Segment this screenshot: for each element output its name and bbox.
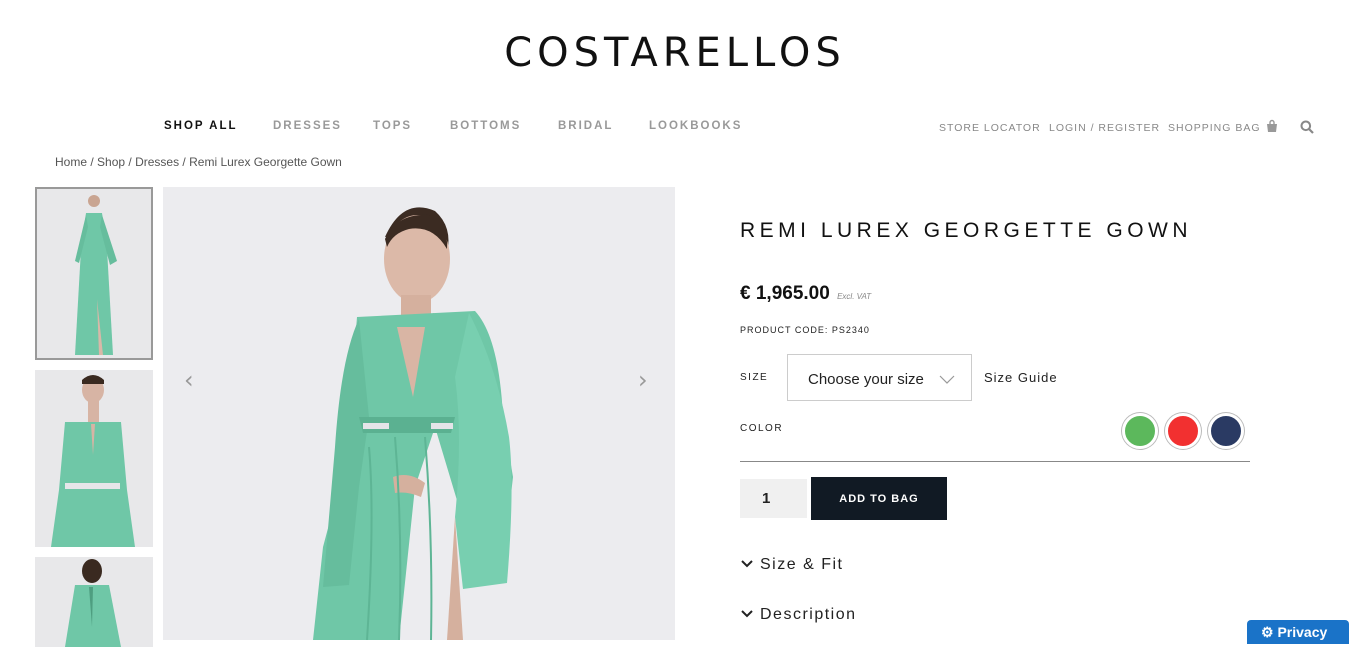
color-swatch-red[interactable]	[1165, 413, 1201, 449]
breadcrumb-dresses[interactable]: Dresses	[135, 155, 179, 169]
breadcrumb-home[interactable]: Home	[55, 155, 87, 169]
color-swatch-green[interactable]	[1122, 413, 1158, 449]
vat-note: Excl. VAT	[837, 292, 872, 301]
breadcrumb-current: Remi Lurex Georgette Gown	[189, 155, 342, 169]
shopping-bag-icon[interactable]	[1265, 119, 1279, 138]
thumbnail-1[interactable]	[35, 187, 153, 360]
product-code: PRODUCT CODE: PS2340	[740, 325, 870, 335]
gear-icon: ⚙	[1261, 624, 1274, 640]
accordion-description-label: Description	[760, 606, 857, 623]
product-main-image[interactable]	[163, 187, 675, 640]
size-select[interactable]: Choose your size	[787, 354, 972, 401]
color-label: COLOR	[740, 423, 784, 434]
product-title: REMI LUREX GEORGETTE GOWN	[740, 219, 1193, 242]
thumbnail-3[interactable]	[35, 557, 153, 647]
breadcrumb-separator: /	[87, 155, 98, 169]
brand-logo[interactable]: COSTARELLOS	[0, 30, 1350, 76]
privacy-button[interactable]: ⚙ Privacy	[1247, 620, 1349, 644]
nav-item-bridal[interactable]: BRIDAL	[558, 120, 613, 132]
size-label: SIZE	[740, 372, 769, 383]
size-guide-link[interactable]: Size Guide	[984, 370, 1058, 385]
product-price: € 1,965.00 Excl. VAT	[740, 283, 871, 305]
accordion-description[interactable]: Description	[740, 606, 857, 624]
add-to-bag-button[interactable]: ADD TO BAG	[811, 477, 947, 520]
nav-item-shop-all[interactable]: SHOP ALL	[164, 120, 238, 132]
nav-item-tops[interactable]: TOPS	[373, 120, 412, 132]
breadcrumb-shop[interactable]: Shop	[97, 155, 125, 169]
gallery-prev-arrow-icon[interactable]: ‹	[184, 366, 194, 394]
size-select-value: Choose your size	[808, 371, 924, 388]
main-nav: SHOP ALL DRESSES TOPS BOTTOMS BRIDAL LOO…	[0, 119, 1350, 139]
chevron-down-icon	[740, 606, 754, 624]
gallery-next-arrow-icon[interactable]: ›	[638, 366, 648, 394]
shopping-bag-link[interactable]: SHOPPING BAG	[1168, 122, 1261, 134]
accordion-size-fit-label: Size & Fit	[760, 556, 844, 573]
login-register-link[interactable]: LOGIN / REGISTER	[1049, 122, 1160, 134]
privacy-label: Privacy	[1277, 624, 1328, 640]
color-swatch-navy[interactable]	[1208, 413, 1244, 449]
nav-item-lookbooks[interactable]: LOOKBOOKS	[649, 120, 742, 132]
search-icon[interactable]	[1300, 120, 1314, 139]
accordion-size-fit[interactable]: Size & Fit	[740, 556, 843, 574]
nav-item-dresses[interactable]: DRESSES	[273, 120, 342, 132]
price-value: € 1,965.00	[740, 283, 830, 304]
breadcrumb-separator: /	[179, 155, 190, 169]
breadcrumb-separator: /	[125, 155, 136, 169]
thumbnail-2[interactable]	[35, 370, 153, 547]
breadcrumb: Home / Shop / Dresses / Remi Lurex Georg…	[55, 155, 342, 169]
store-locator-link[interactable]: STORE LOCATOR	[939, 122, 1041, 134]
chevron-down-icon	[740, 556, 754, 574]
quantity-input[interactable]	[740, 479, 807, 518]
nav-item-bottoms[interactable]: BOTTOMS	[450, 120, 521, 132]
divider	[740, 461, 1250, 462]
chevron-down-icon	[939, 372, 955, 389]
